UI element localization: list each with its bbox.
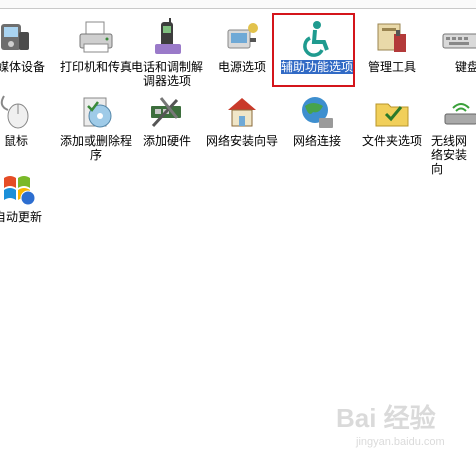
item-label: 键盘 (455, 60, 476, 74)
item-label: 无线网络安装向 (431, 134, 468, 176)
control-panel-item-mouse[interactable]: 鼠标 (0, 92, 48, 148)
control-panel-item-network-setup-wizard[interactable]: 网络安装向导 (206, 92, 278, 148)
control-panel-item-network-connections[interactable]: 网络连接 (281, 92, 353, 148)
item-label: 电话和调制解调器选项 (131, 60, 204, 88)
control-panel-item-accessibility[interactable]: 辅助功能选项 (281, 18, 353, 74)
accessibility-icon (297, 18, 337, 58)
power-options-icon (222, 18, 262, 58)
automatic-updates-icon (0, 168, 38, 208)
item-label: 添加或删除程序 (60, 134, 133, 162)
item-label: 管理工具 (367, 60, 416, 74)
admin-tools-icon (372, 18, 412, 58)
item-label: 打印机和传真 (60, 60, 133, 74)
printer-icon (76, 18, 116, 58)
control-panel-item-automatic-updates[interactable]: 自动更新 (0, 168, 50, 224)
folder-options-icon (372, 92, 412, 132)
add-hardware-icon (147, 92, 187, 132)
item-label: 自动更新 (0, 210, 42, 224)
window-top-edge (0, 0, 476, 9)
item-label: 携媒体设备 (0, 60, 45, 74)
watermark-url: jingyan.baidu.com (356, 436, 445, 448)
network-setup-wizard-icon (222, 92, 262, 132)
mouse-icon (0, 92, 36, 132)
portable-device-icon (0, 18, 35, 58)
control-panel-item-add-remove-programs[interactable]: 添加或删除程序 (60, 92, 132, 162)
keyboard-icon (441, 18, 476, 58)
item-label: 鼠标 (3, 134, 28, 148)
control-panel-item-keyboard[interactable]: 键盘 (437, 18, 476, 74)
control-panel-item-add-hardware[interactable]: 添加硬件 (131, 92, 203, 148)
network-connections-icon (297, 92, 337, 132)
item-label: 网络安装向导 (206, 134, 279, 148)
item-label: 文件夹选项 (361, 134, 422, 148)
control-panel-item-portable-devices[interactable]: 携媒体设备 (0, 18, 52, 74)
item-label: 添加硬件 (142, 134, 191, 148)
item-label: 网络连接 (292, 134, 341, 148)
watermark-brand: Bai 经验 (336, 403, 436, 433)
control-panel-item-power-options[interactable]: 电源选项 (206, 18, 278, 74)
control-panel-item-folder-options[interactable]: 文件夹选项 (356, 92, 428, 148)
item-label: 辅助功能选项 (281, 60, 354, 74)
watermark: Bai 经验 jingyan.baidu.com (326, 398, 476, 458)
control-panel-item-admin-tools[interactable]: 管理工具 (356, 18, 428, 74)
add-remove-programs-icon (76, 92, 116, 132)
wireless-network-icon (441, 92, 476, 132)
phone-modem-icon (147, 18, 187, 58)
item-label: 电源选项 (217, 60, 266, 74)
control-panel-item-wireless-network[interactable]: 无线网络安装向 (431, 92, 476, 176)
control-panel-item-phone-modem[interactable]: 电话和调制解调器选项 (131, 18, 203, 88)
control-panel-item-printers[interactable]: 打印机和传真 (60, 18, 132, 74)
